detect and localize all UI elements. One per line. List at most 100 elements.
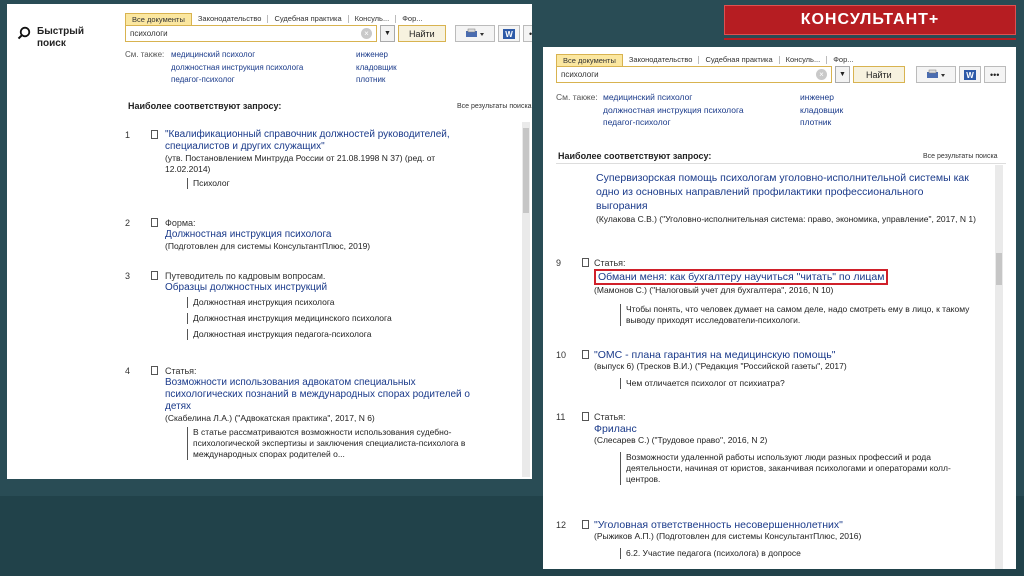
best-match-heading: Наиболее соответствуют запросу: — [558, 151, 712, 161]
result-snippet[interactable]: Возможности удаленной работы используют … — [620, 452, 974, 485]
results-scrollbar[interactable] — [522, 122, 530, 477]
result-snippet[interactable]: Психолог — [187, 178, 465, 189]
more-icon: ••• — [989, 69, 1000, 80]
search-input-value: психологи — [561, 70, 599, 79]
see-also-block: См. также: медицинский психолог инженер … — [556, 91, 920, 129]
more-options-button[interactable]: ••• — [522, 25, 532, 42]
highlighted-result-title[interactable]: Обмани меня: как бухгалтеру научиться "ч… — [594, 269, 889, 285]
scrollbar-thumb[interactable] — [996, 253, 1002, 285]
tab-consultations[interactable]: Консуль... — [349, 13, 396, 25]
document-icon — [582, 412, 589, 421]
search-input[interactable]: психологи × — [125, 25, 377, 42]
brand-underline — [724, 38, 1016, 40]
result-source: (утв. Постановлением Минтруда России от … — [165, 153, 436, 174]
result-title[interactable]: "ОМС - плана гарантия на медицинскую пом… — [594, 349, 974, 361]
result-source: (Мамонов С.) ("Налоговый учет для бухгал… — [594, 285, 834, 295]
see-also-link[interactable]: инженер — [800, 91, 920, 104]
result-title[interactable]: Возможности использования адвокатом спец… — [165, 377, 495, 413]
result-number: 2 — [125, 218, 131, 228]
result-title[interactable]: Образцы должностных инструкций — [165, 282, 465, 294]
see-also-label: См. также: — [556, 92, 598, 102]
clear-icon[interactable]: × — [361, 28, 372, 39]
result-number: 4 — [125, 366, 131, 376]
see-also-link[interactable]: должностная инструкция психолога — [171, 62, 356, 75]
document-icon — [151, 130, 158, 139]
scrollbar-thumb[interactable] — [523, 128, 529, 213]
see-also-link[interactable]: должностная инструкция психолога — [603, 104, 800, 117]
see-also-link[interactable]: кладовщик — [800, 104, 920, 117]
doc-type-tabs: Все документы Законодательство Судебная … — [556, 54, 860, 66]
clear-icon[interactable]: × — [816, 69, 827, 80]
result-type: Путеводитель по кадровым вопросам. — [165, 271, 326, 281]
see-also-link[interactable]: кладовщик — [356, 62, 476, 75]
document-icon — [582, 350, 589, 359]
search-history-dropdown[interactable]: ▼ — [835, 66, 850, 83]
result-item[interactable]: Супервизорская помощь психологам уголовн… — [596, 171, 976, 225]
word-export-button[interactable]: W — [958, 66, 981, 83]
result-source: (Подготовлен для системы КонсультантПлюс… — [165, 241, 371, 251]
result-snippet[interactable]: Чтобы понять, что человек думает на само… — [620, 304, 974, 326]
result-type: Статья: — [165, 366, 197, 376]
result-snippet[interactable]: Чем отличается психолог от психиатра? — [620, 378, 974, 389]
best-match-heading: Наиболее соответствуют запросу: — [128, 101, 282, 111]
tab-all-documents[interactable]: Все документы — [556, 54, 623, 66]
see-also-label: См. также: — [125, 50, 165, 59]
see-also-link[interactable]: педагог-психолог — [171, 74, 356, 87]
see-also-block: См. также: медицинский психолог инженер … — [125, 49, 476, 87]
search-input-value: психологи — [130, 29, 168, 38]
search-icon — [17, 26, 31, 40]
result-number: 9 — [556, 258, 562, 268]
result-snippet[interactable]: Должностная инструкция медицинского псих… — [187, 313, 465, 324]
result-number: 12 — [556, 520, 567, 530]
result-title[interactable]: Должностная инструкция психолога — [165, 229, 465, 241]
tab-forms[interactable]: Фор... — [827, 54, 859, 66]
result-snippet[interactable]: Должностная инструкция психолога — [187, 297, 465, 308]
printer-dropdown-button[interactable] — [915, 66, 956, 83]
see-also-link[interactable]: медицинский психолог — [603, 91, 800, 104]
all-results-link[interactable]: Все результаты поиска — [457, 103, 532, 110]
result-source: (Рыжиков А.П.) (Подготовлен для системы … — [594, 531, 862, 541]
result-snippet[interactable]: 6.2. Участие педагога (психолога) в допр… — [620, 548, 974, 559]
see-also-link[interactable]: медицинский психолог — [171, 49, 356, 62]
screenshot-panel-left: Быстрый поиск Все документы Законодатель… — [7, 4, 532, 479]
results-scrollbar[interactable] — [995, 165, 1003, 569]
find-button[interactable]: Найти — [853, 66, 905, 83]
find-button[interactable]: Найти — [398, 25, 446, 42]
heading-divider — [556, 163, 1006, 164]
word-export-button[interactable]: W — [497, 25, 520, 42]
quick-search-header: Быстрый поиск — [17, 26, 97, 50]
result-title[interactable]: "Квалификационный справочник должностей … — [165, 129, 465, 153]
all-results-link[interactable]: Все результаты поиска — [923, 153, 998, 160]
see-also-link[interactable]: педагог-психолог — [603, 116, 800, 129]
search-input[interactable]: психологи × — [556, 66, 832, 83]
see-also-link[interactable]: инженер — [356, 49, 476, 62]
search-history-dropdown[interactable]: ▼ — [380, 25, 395, 42]
result-type: Статья: — [594, 258, 626, 268]
tab-forms[interactable]: Фор... — [396, 13, 428, 25]
tab-court-practice[interactable]: Судебная практика — [699, 54, 778, 66]
screenshot-panel-right: Все документы Законодательство Судебная … — [543, 47, 1016, 569]
result-number: 10 — [556, 350, 567, 360]
result-number: 11 — [556, 412, 566, 422]
tab-all-documents[interactable]: Все документы — [125, 13, 192, 25]
word-icon: W — [502, 28, 515, 39]
result-title[interactable]: Фриланс — [594, 423, 974, 435]
result-title[interactable]: "Уголовная ответственность несовершеннол… — [594, 519, 974, 531]
result-type: Форма: — [165, 218, 196, 228]
result-number: 3 — [125, 271, 131, 281]
printer-dropdown-button[interactable] — [454, 25, 495, 42]
quick-search-label: Быстрый поиск — [37, 26, 84, 49]
result-snippet[interactable]: Должностная инструкция педагога-психолог… — [187, 329, 465, 340]
document-icon — [151, 218, 158, 227]
tab-legislation[interactable]: Законодательство — [623, 54, 699, 66]
result-snippet[interactable]: В статье рассматриваются возможности исп… — [187, 427, 495, 460]
tab-consultations[interactable]: Консуль... — [780, 54, 827, 66]
result-title[interactable]: Супервизорская помощь психологам уголовн… — [596, 171, 976, 213]
tab-legislation[interactable]: Законодательство — [192, 13, 268, 25]
more-options-button[interactable]: ••• — [983, 66, 1006, 83]
result-source: (выпуск 6) (Тресков В.И.) ("Редакция "Ро… — [594, 361, 847, 371]
see-also-link[interactable]: плотник — [800, 116, 920, 129]
more-icon: ••• — [528, 28, 532, 39]
see-also-link[interactable]: плотник — [356, 74, 476, 87]
tab-court-practice[interactable]: Судебная практика — [268, 13, 347, 25]
